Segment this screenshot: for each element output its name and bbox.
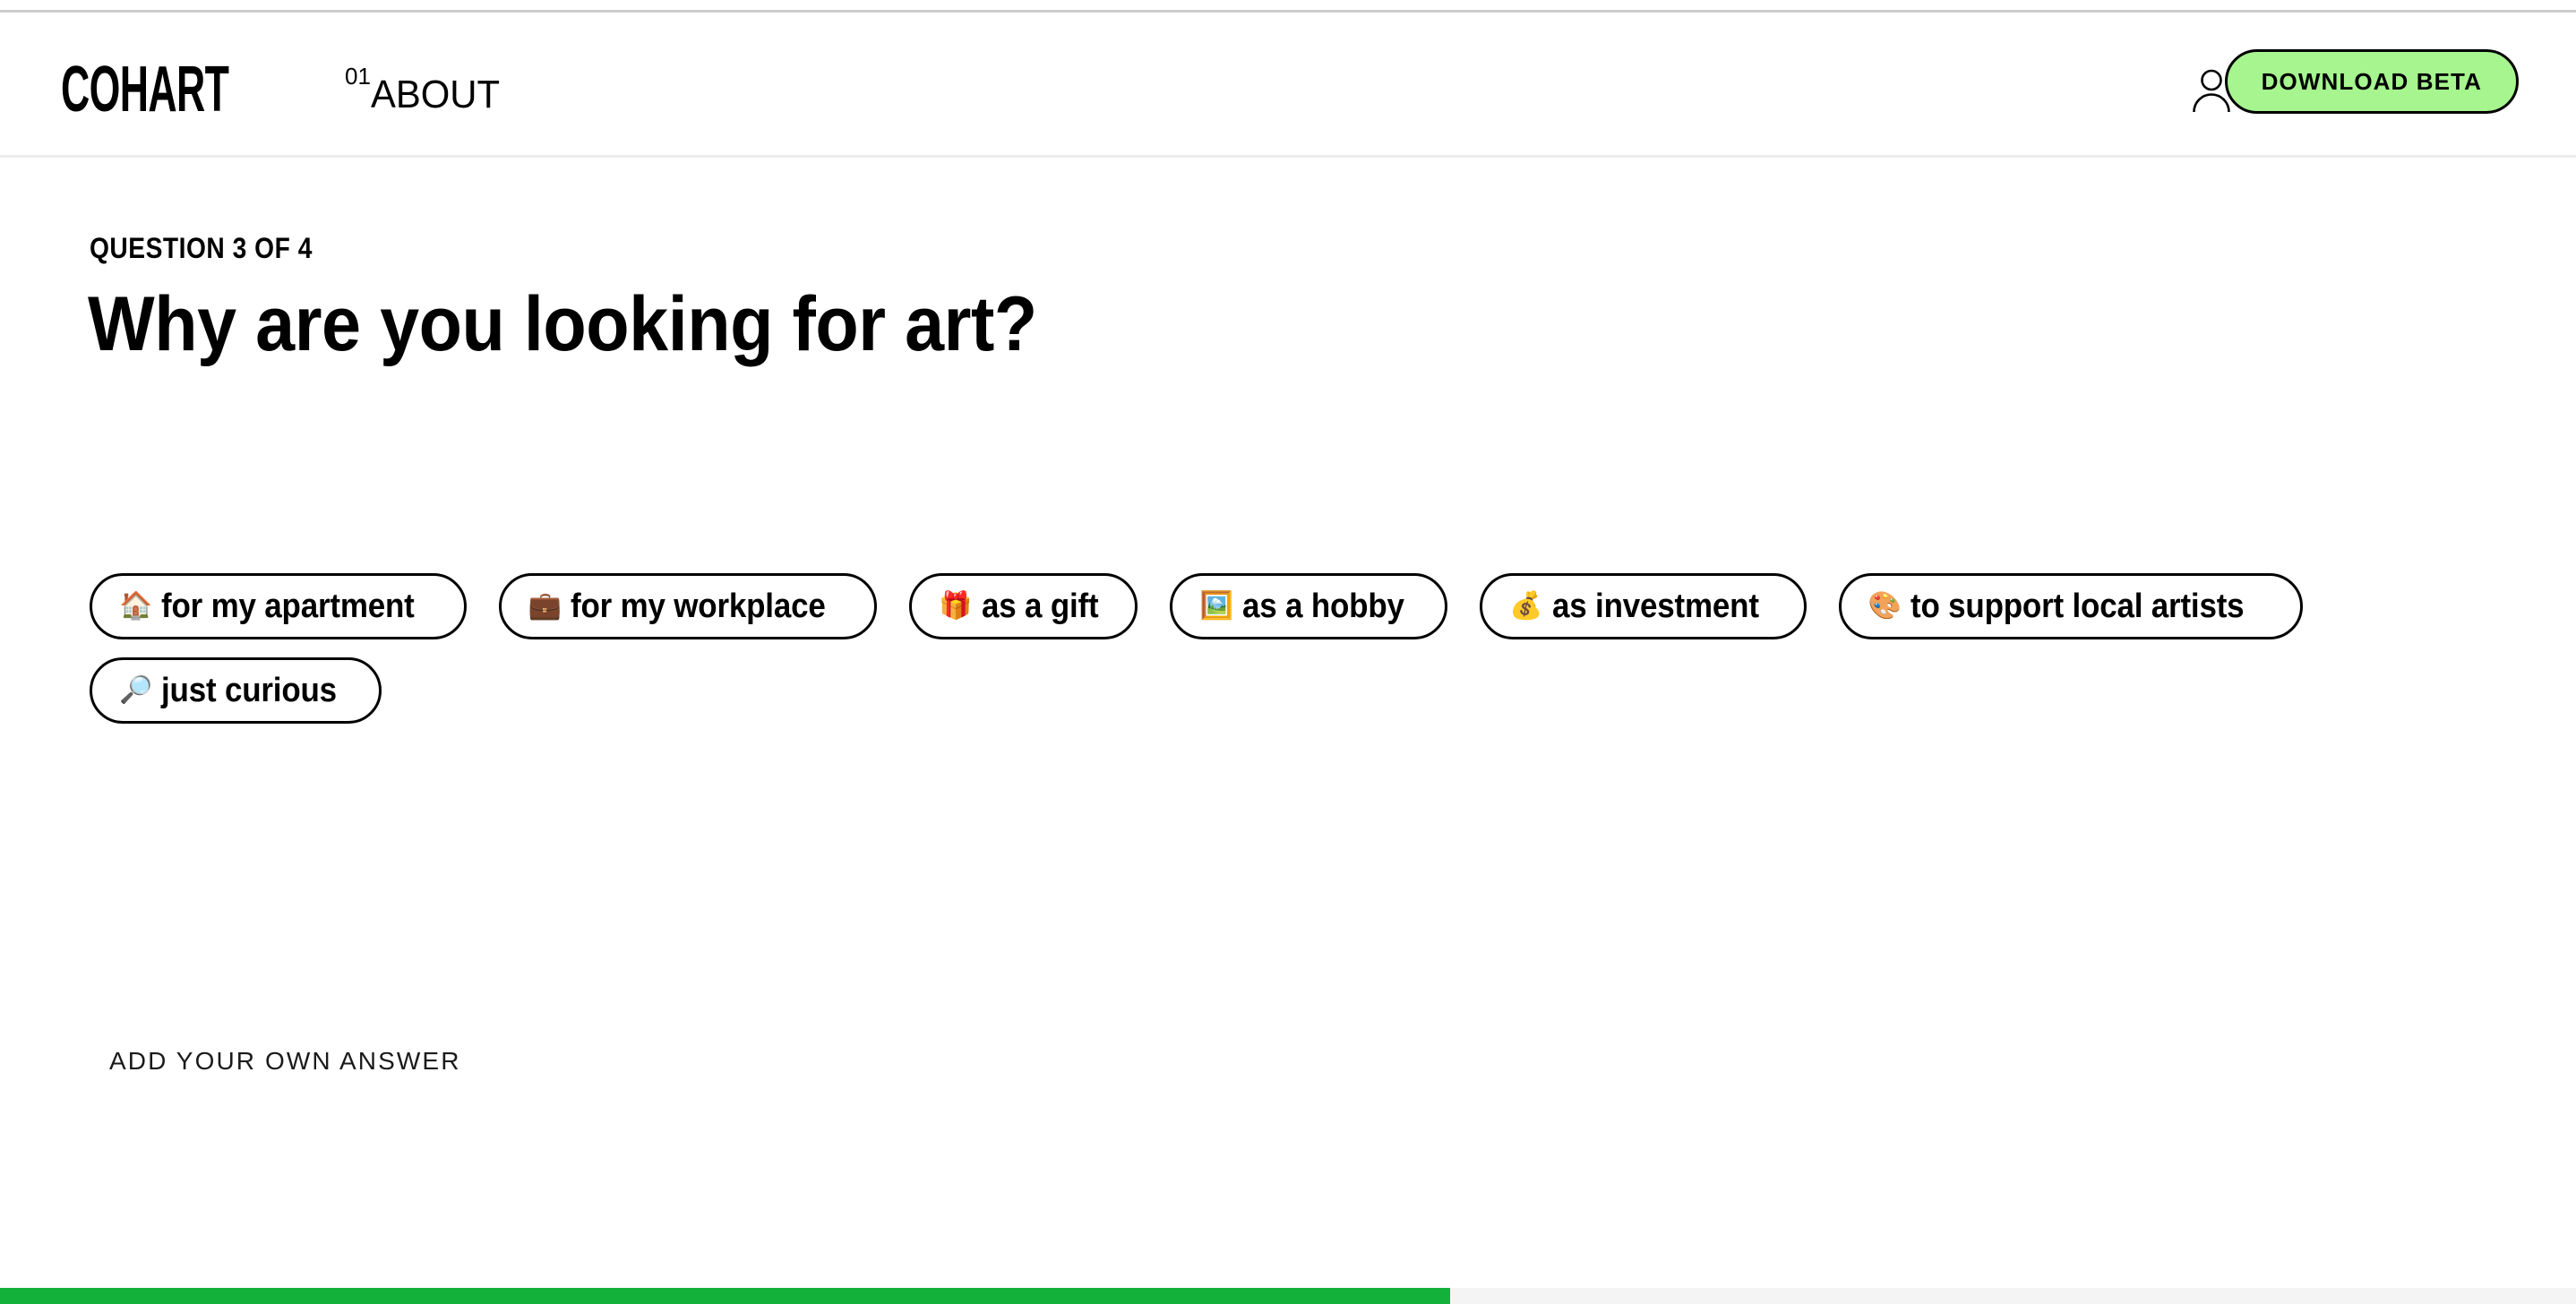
question-title: Why are you looking for art? bbox=[88, 281, 1037, 367]
answer-option-chip[interactable]: 🖼️ as a hobby bbox=[1170, 573, 1448, 639]
answer-option-chip[interactable]: 🎨 to support local artists bbox=[1838, 573, 2303, 639]
progress-bar-track bbox=[0, 1288, 2576, 1304]
gift-emoji: 🎁 bbox=[939, 591, 973, 621]
answer-options-list: 🏠 for my apartment 💼 for my workplace 🎁 as a … bbox=[90, 573, 2490, 724]
answer-option-label: for my apartment bbox=[161, 587, 415, 625]
question-counter: QUESTION 3 OF 4 bbox=[90, 232, 313, 264]
answer-option-chip[interactable]: 🎁 as a gift bbox=[909, 573, 1138, 639]
progress-bar-fill bbox=[0, 1288, 1451, 1304]
magnifying-glass-emoji: 🔎 bbox=[119, 675, 153, 705]
question-panel: QUESTION 3 OF 4 Why are you looking for … bbox=[0, 158, 2576, 1284]
onboarding-questionnaire-page: COHART 01 ABOUT DOWNLOAD BETA QUESTION 3… bbox=[0, 0, 2576, 1304]
answer-option-label: to support local artists bbox=[1910, 587, 2245, 625]
artist-palette-emoji: 🎨 bbox=[1868, 591, 1902, 621]
nav-item-about[interactable]: 01 ABOUT bbox=[345, 63, 507, 115]
download-beta-button[interactable]: DOWNLOAD BETA bbox=[2224, 49, 2519, 114]
custom-answer-input[interactable] bbox=[109, 1047, 915, 1076]
cohart-logo[interactable]: COHART bbox=[61, 57, 229, 122]
answer-option-chip[interactable]: 🔎 just curious bbox=[90, 657, 382, 724]
answer-option-label: for my workplace bbox=[570, 587, 826, 625]
answer-option-label: just curious bbox=[161, 671, 338, 709]
answer-option-label: as a gift bbox=[981, 587, 1099, 625]
briefcase-emoji: 💼 bbox=[528, 591, 562, 621]
answer-option-chip[interactable]: 💰 as investment bbox=[1480, 573, 1807, 639]
answer-option-label: as investment bbox=[1551, 587, 1759, 625]
answer-option-chip[interactable]: 💼 for my workplace bbox=[498, 573, 878, 639]
primary-nav: 01 ABOUT bbox=[345, 63, 507, 115]
house-emoji: 🏠 bbox=[119, 591, 153, 621]
site-header: COHART 01 ABOUT DOWNLOAD BETA bbox=[0, 13, 2576, 158]
nav-item-number: 01 bbox=[345, 63, 371, 90]
nav-item-label: ABOUT bbox=[370, 73, 500, 116]
answer-option-chip[interactable]: 🏠 for my apartment bbox=[90, 573, 467, 639]
answer-option-label: as a hobby bbox=[1241, 587, 1404, 625]
money-bag-emoji: 💰 bbox=[1509, 591, 1543, 621]
framed-picture-emoji: 🖼️ bbox=[1199, 591, 1233, 621]
